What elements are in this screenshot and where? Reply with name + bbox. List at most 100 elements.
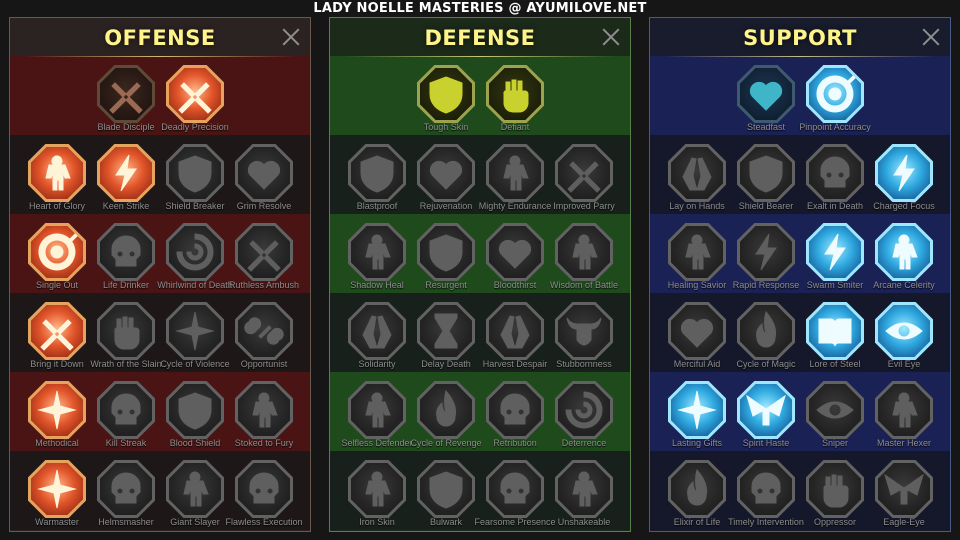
mastery-badge[interactable] xyxy=(486,65,544,123)
close-icon[interactable] xyxy=(282,28,300,46)
mastery-blood-shield[interactable]: Blood Shield xyxy=(159,381,231,459)
mastery-harvest-despair[interactable]: Harvest Despair xyxy=(479,302,551,380)
mastery-oppressor[interactable]: Oppressor xyxy=(799,460,871,531)
mastery-single-out[interactable]: Single Out xyxy=(21,223,93,301)
mastery-badge[interactable] xyxy=(417,381,475,439)
mastery-wrath-of-the-slain[interactable]: Wrath of the Slain xyxy=(90,302,162,380)
mastery-cycle-of-violence[interactable]: Cycle of Violence xyxy=(159,302,231,380)
mastery-badge[interactable] xyxy=(97,460,155,518)
mastery-badge[interactable] xyxy=(348,223,406,281)
mastery-badge[interactable] xyxy=(737,460,795,518)
mastery-badge[interactable] xyxy=(166,144,224,202)
mastery-badge[interactable] xyxy=(875,460,933,518)
mastery-badge[interactable] xyxy=(235,223,293,281)
mastery-elixir-of-life[interactable]: Elixir of Life xyxy=(661,460,733,531)
mastery-resurgent[interactable]: Resurgent xyxy=(410,223,482,301)
mastery-timely-intervention[interactable]: Timely Intervention xyxy=(728,460,804,531)
mastery-iron-skin[interactable]: Iron Skin xyxy=(341,460,413,531)
mastery-badge[interactable] xyxy=(806,460,864,518)
mastery-badge[interactable] xyxy=(486,144,544,202)
mastery-solidarity[interactable]: Solidarity xyxy=(341,302,413,380)
close-icon[interactable] xyxy=(602,28,620,46)
mastery-badge[interactable] xyxy=(417,223,475,281)
mastery-badge[interactable] xyxy=(235,381,293,439)
mastery-badge[interactable] xyxy=(417,302,475,360)
mastery-mighty-endurance[interactable]: Mighty Endurance xyxy=(479,144,551,222)
mastery-cycle-of-magic[interactable]: Cycle of Magic xyxy=(730,302,802,380)
mastery-master-hexer[interactable]: Master Hexer xyxy=(868,381,940,459)
mastery-badge[interactable] xyxy=(737,144,795,202)
mastery-badge[interactable] xyxy=(417,65,475,123)
mastery-badge[interactable] xyxy=(737,65,795,123)
mastery-badge[interactable] xyxy=(166,65,224,123)
mastery-badge[interactable] xyxy=(806,65,864,123)
mastery-badge[interactable] xyxy=(737,302,795,360)
mastery-badge[interactable] xyxy=(668,302,726,360)
mastery-badge[interactable] xyxy=(806,302,864,360)
mastery-badge[interactable] xyxy=(668,223,726,281)
mastery-badge[interactable] xyxy=(555,223,613,281)
mastery-warmaster[interactable]: Warmaster xyxy=(21,460,93,531)
mastery-merciful-aid[interactable]: Merciful Aid xyxy=(661,302,733,380)
mastery-badge[interactable] xyxy=(28,144,86,202)
mastery-opportunist[interactable]: Opportunist xyxy=(228,302,300,380)
mastery-lasting-gifts[interactable]: Lasting Gifts xyxy=(661,381,733,459)
mastery-badge[interactable] xyxy=(235,460,293,518)
mastery-defiant[interactable]: Defiant xyxy=(479,65,551,143)
mastery-healing-savior[interactable]: Healing Savior xyxy=(661,223,733,301)
mastery-badge[interactable] xyxy=(486,302,544,360)
mastery-shield-bearer[interactable]: Shield Bearer xyxy=(730,144,802,222)
mastery-stubbornness[interactable]: Stubbornness xyxy=(548,302,620,380)
mastery-badge[interactable] xyxy=(486,223,544,281)
mastery-badge[interactable] xyxy=(235,144,293,202)
close-icon[interactable] xyxy=(922,28,940,46)
mastery-eagle-eye[interactable]: Eagle-Eye xyxy=(868,460,940,531)
mastery-wisdom-of-battle[interactable]: Wisdom of Battle xyxy=(548,223,620,301)
mastery-bulwark[interactable]: Bulwark xyxy=(410,460,482,531)
mastery-badge[interactable] xyxy=(28,223,86,281)
mastery-badge[interactable] xyxy=(166,302,224,360)
mastery-badge[interactable] xyxy=(166,381,224,439)
mastery-steadfast[interactable]: Steadfast xyxy=(730,65,802,143)
mastery-improved-parry[interactable]: Improved Parry xyxy=(548,144,620,222)
mastery-lay-on-hands[interactable]: Lay on Hands xyxy=(661,144,733,222)
mastery-lore-of-steel[interactable]: Lore of Steel xyxy=(799,302,871,380)
mastery-whirlwind-of-death[interactable]: Whirlwind of Death xyxy=(157,223,233,301)
mastery-badge[interactable] xyxy=(875,223,933,281)
mastery-exalt-in-death[interactable]: Exalt in Death xyxy=(799,144,871,222)
mastery-rapid-response[interactable]: Rapid Response xyxy=(730,223,802,301)
mastery-badge[interactable] xyxy=(486,460,544,518)
mastery-badge[interactable] xyxy=(166,223,224,281)
mastery-delay-death[interactable]: Delay Death xyxy=(410,302,482,380)
mastery-badge[interactable] xyxy=(486,381,544,439)
mastery-badge[interactable] xyxy=(97,65,155,123)
mastery-rejuvenation[interactable]: Rejuvenation xyxy=(410,144,482,222)
mastery-badge[interactable] xyxy=(875,381,933,439)
mastery-tough-skin[interactable]: Tough Skin xyxy=(410,65,482,143)
mastery-badge[interactable] xyxy=(875,144,933,202)
mastery-fearsome-presence[interactable]: Fearsome Presence xyxy=(474,460,556,531)
mastery-bring-it-down[interactable]: Bring it Down xyxy=(21,302,93,380)
mastery-badge[interactable] xyxy=(668,460,726,518)
mastery-badge[interactable] xyxy=(806,223,864,281)
mastery-helmsmasher[interactable]: Helmsmasher xyxy=(90,460,162,531)
mastery-badge[interactable] xyxy=(97,223,155,281)
mastery-badge[interactable] xyxy=(97,302,155,360)
mastery-unshakeable[interactable]: Unshakeable xyxy=(548,460,620,531)
mastery-shield-breaker[interactable]: Shield Breaker xyxy=(159,144,231,222)
mastery-swarm-smiter[interactable]: Swarm Smiter xyxy=(799,223,871,301)
mastery-badge[interactable] xyxy=(166,460,224,518)
mastery-badge[interactable] xyxy=(555,460,613,518)
mastery-flawless-execution[interactable]: Flawless Execution xyxy=(225,460,303,531)
mastery-pinpoint-accuracy[interactable]: Pinpoint Accuracy xyxy=(799,65,871,143)
mastery-badge[interactable] xyxy=(348,302,406,360)
mastery-badge[interactable] xyxy=(555,144,613,202)
mastery-badge[interactable] xyxy=(875,302,933,360)
mastery-badge[interactable] xyxy=(348,460,406,518)
mastery-badge[interactable] xyxy=(417,144,475,202)
mastery-badge[interactable] xyxy=(737,381,795,439)
mastery-badge[interactable] xyxy=(348,381,406,439)
mastery-badge[interactable] xyxy=(806,144,864,202)
mastery-life-drinker[interactable]: Life Drinker xyxy=(90,223,162,301)
mastery-sniper[interactable]: Sniper xyxy=(799,381,871,459)
